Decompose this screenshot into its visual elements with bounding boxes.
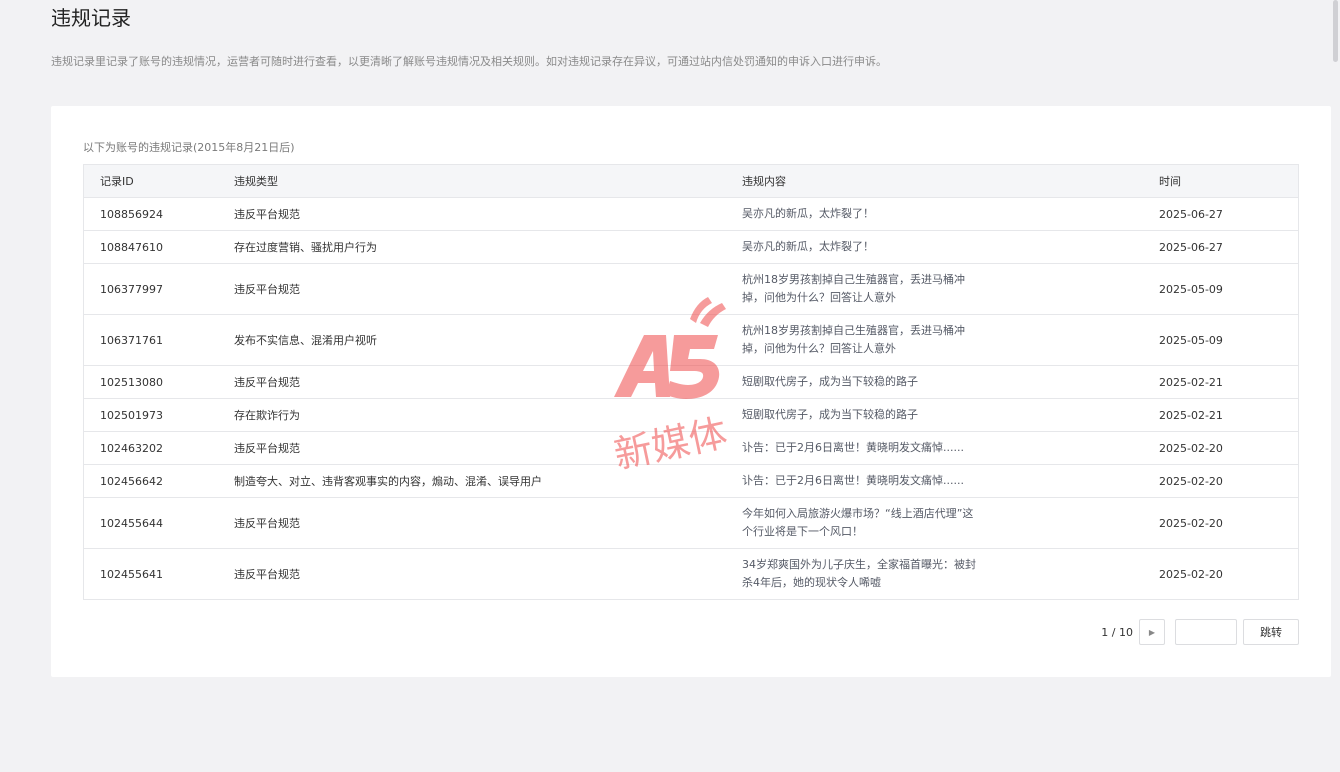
table-row: 108847610 存在过度营销、骚扰用户行为 吴亦凡的新瓜，太炸裂了！ 2025-0… (84, 230, 1298, 264)
record-id-cell: 106377997 (84, 263, 218, 315)
time-cell: 2025-05-09 (1143, 314, 1298, 366)
time-cell: 2025-02-21 (1143, 365, 1298, 399)
violation-content-cell: 杭州18岁男孩割掉自己生殖器官，丢进马桶冲 掉，问他为什么？回答让人意外 (726, 314, 1143, 366)
violation-content-line: 掉，问他为什么？回答让人意外 (742, 342, 896, 355)
record-id-cell: 106371761 (84, 314, 218, 366)
violation-content-cell: 今年如何入局旅游火爆市场？“线上酒店代理”这 个行业将是下一个风口！ (726, 497, 1143, 549)
table-row: 102456642 制造夸大、对立、违背客观事实的内容，煽动、混淆、误导用户 讣告：… (84, 464, 1298, 498)
table-row: 108856924 违反平台规范 吴亦凡的新瓜，太炸裂了！ 2025-06-27 (84, 197, 1298, 231)
violation-content-line: 吴亦凡的新瓜，太炸裂了！ (742, 207, 874, 220)
violation-content-line: 杀4年后，她的现状令人唏嘘 (742, 576, 881, 589)
record-id-cell: 102456642 (84, 464, 218, 498)
violation-content-line: 讣告：已于2月6日离世！黄晓明发文痛悼...... (742, 474, 964, 487)
pagination: 1 / 10 ▶ 跳转 (1101, 619, 1299, 645)
violation-content-cell: 吴亦凡的新瓜，太炸裂了！ (726, 197, 1143, 231)
violation-type-cell: 违反平台规范 (234, 568, 300, 581)
page-scrollbar[interactable] (1331, 0, 1340, 772)
record-id-cell: 108856924 (84, 197, 218, 231)
page-description: 违规记录里记录了账号的违规情况，运营者可随时进行查看，以更清晰了解账号违规情况及… (51, 55, 887, 68)
violation-content-cell: 杭州18岁男孩割掉自己生殖器官，丢进马桶冲 掉，问他为什么？回答让人意外 (726, 263, 1143, 315)
record-id-cell: 102455644 (84, 497, 218, 549)
header-violation-type: 违规类型 (218, 165, 726, 198)
caret-right-icon: ▶ (1148, 627, 1156, 637)
table-row: 106371761 发布不实信息、混淆用户视听 杭州18岁男孩割掉自己生殖器官，丢进… (84, 314, 1298, 366)
violation-content-line: 短剧取代房子，成为当下较稳的路子 (742, 375, 918, 388)
header-violation-content: 违规内容 (726, 165, 1143, 198)
violation-content-cell: 讣告：已于2月6日离世！黄晓明发文痛悼...... (726, 431, 1143, 465)
page-title: 违规记录 (51, 6, 131, 30)
violation-content-line: 杭州18岁男孩割掉自己生殖器官，丢进马桶冲 (742, 273, 965, 286)
violation-type-cell: 违反平台规范 (218, 365, 726, 399)
time-cell: 2025-02-20 (1143, 464, 1298, 498)
time-cell: 2025-02-21 (1143, 398, 1298, 432)
table-caption: 以下为账号的违规记录(2015年8月21日后) (83, 141, 295, 154)
time-cell: 2025-06-27 (1143, 230, 1298, 264)
violation-content-line: 吴亦凡的新瓜，太炸裂了！ (742, 240, 874, 253)
violation-content-cell: 短剧取代房子，成为当下较稳的路子 (726, 365, 1143, 399)
header-time: 时间 (1143, 165, 1298, 198)
table-row: 102513080 违反平台规范 短剧取代房子，成为当下较稳的路子 2025-02-2… (84, 365, 1298, 399)
scrollbar-thumb[interactable] (1333, 0, 1338, 62)
violation-content-cell: 讣告：已于2月6日离世！黄晓明发文痛悼...... (726, 464, 1143, 498)
violation-content-line: 短剧取代房子，成为当下较稳的路子 (742, 408, 918, 421)
record-id-cell: 102501973 (84, 398, 218, 432)
violation-content-line: 今年如何入局旅游火爆市场？“线上酒店代理”这 (742, 507, 974, 520)
violation-type-cell: 违反平台规范 (218, 431, 726, 465)
violation-table: 记录ID 违规类型 违规内容 时间 108856924 违反平台规范 吴亦凡的新瓜，… (83, 164, 1299, 600)
violation-records-card: 以下为账号的违规记录(2015年8月21日后) 记录ID 违规类型 违规内容 时… (51, 106, 1331, 677)
jump-button[interactable]: 跳转 (1243, 619, 1299, 645)
violation-type-cell: 发布不实信息、混淆用户视听 (218, 314, 726, 366)
violation-content-line: 掉，问他为什么？回答让人意外 (742, 291, 896, 304)
table-row: 102501973 存在欺诈行为 短剧取代房子，成为当下较稳的路子 2025-02-2… (84, 398, 1298, 432)
table-row: 102455641 违反平台规范 34岁郑爽国外为儿子庆生，全家福首曝光：被封 杀4年… (84, 549, 1298, 600)
time-cell: 2025-05-09 (1143, 263, 1298, 315)
violation-type-cell: 存在过度营销、骚扰用户行为 (218, 230, 726, 264)
violation-content-line: 杭州18岁男孩割掉自己生殖器官，丢进马桶冲 (742, 324, 965, 337)
violation-content-line: 个行业将是下一个风口！ (742, 525, 863, 538)
table-row: 102463202 违反平台规范 讣告：已于2月6日离世！黄晓明发文痛悼......… (84, 431, 1298, 465)
header-record-id: 记录ID (84, 165, 218, 198)
violation-type-cell: 违反平台规范 (218, 497, 726, 549)
table-row: 102455644 违反平台规范 今年如何入局旅游火爆市场？“线上酒店代理”这 个行业… (84, 497, 1298, 549)
time-cell: 2025-06-27 (1143, 197, 1298, 231)
violation-content-line: 34岁郑爽国外为儿子庆生，全家福首曝光：被封 (742, 558, 976, 571)
violation-content-cell: 34岁郑爽国外为儿子庆生，全家福首曝光：被封 杀4年后，她的现状令人唏嘘 (726, 549, 1143, 600)
record-id-cell: 102513080 (84, 365, 218, 399)
record-id-cell: 102455641 (100, 567, 163, 581)
violation-content-line: 讣告：已于2月6日离世！黄晓明发文痛悼...... (742, 441, 964, 454)
table-body: 108856924 违反平台规范 吴亦凡的新瓜，太炸裂了！ 2025-06-27 108… (84, 197, 1298, 600)
violation-type-cell: 制造夸大、对立、违背客观事实的内容，煽动、混淆、误导用户 (218, 464, 726, 498)
violation-content-cell: 吴亦凡的新瓜，太炸裂了！ (726, 230, 1143, 264)
record-id-cell: 108847610 (84, 230, 218, 264)
record-id-cell: 102463202 (84, 431, 218, 465)
time-cell: 2025-02-20 (1143, 497, 1298, 549)
time-cell: 2025-02-20 (1143, 431, 1298, 465)
table-row: 106377997 违反平台规范 杭州18岁男孩割掉自己生殖器官，丢进马桶冲 掉，问他… (84, 263, 1298, 315)
violation-type-cell: 违反平台规范 (218, 263, 726, 315)
violation-type-cell: 违反平台规范 (218, 197, 726, 231)
next-page-button[interactable]: ▶ (1139, 619, 1165, 645)
violation-content-cell: 短剧取代房子，成为当下较稳的路子 (726, 398, 1143, 432)
page-info: 1 / 10 (1101, 625, 1133, 639)
time-cell: 2025-02-20 (1159, 567, 1223, 581)
violation-type-cell: 存在欺诈行为 (218, 398, 726, 432)
page-number-input[interactable] (1175, 619, 1237, 645)
